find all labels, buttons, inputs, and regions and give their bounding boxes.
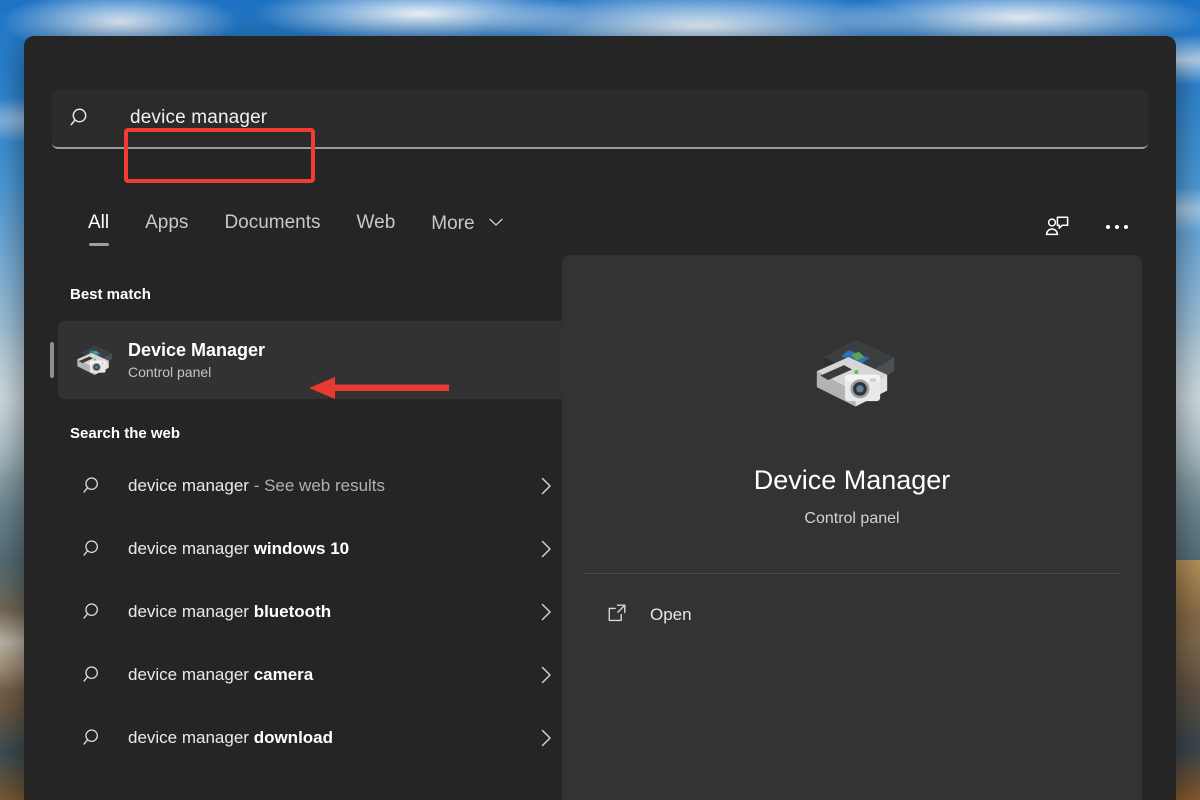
open-button[interactable]: Open (606, 592, 1142, 638)
selection-indicator (50, 342, 54, 378)
web-suggestion-label: device manager download (128, 728, 333, 748)
tab-more-label: More (431, 213, 474, 234)
preview-title: Device Manager (754, 465, 951, 496)
search-icon (52, 106, 110, 130)
best-match-result-row[interactable]: Device Manager Control panel (58, 321, 576, 399)
web-suggestion-row[interactable]: device manager camera (58, 643, 576, 706)
web-suggestion-row[interactable]: device manager windows 10 (58, 517, 576, 580)
open-external-icon (606, 602, 628, 629)
search-icon (58, 727, 128, 749)
search-input[interactable]: device manager (110, 89, 1148, 147)
web-suggestion-suffix: download (254, 728, 333, 747)
search-flyout-window: device manager All Apps Documents Web (24, 36, 1176, 800)
results-column: Best match (24, 258, 586, 800)
preview-divider (584, 573, 1120, 574)
search-icon (58, 538, 128, 560)
best-match-heading: Best match (24, 258, 586, 315)
web-suggestion-suffix: bluetooth (254, 602, 331, 621)
preview-subtitle: Control panel (804, 510, 899, 528)
tab-more[interactable]: More (413, 207, 521, 247)
web-suggestions-list: device manager - See web resultsdevice m… (24, 454, 586, 769)
web-suggestion-query: device manager (128, 539, 254, 558)
filter-tabs: All Apps Documents Web More (24, 207, 521, 247)
tab-all[interactable]: All (70, 208, 127, 246)
search-the-web-heading: Search the web (24, 399, 586, 454)
tab-web-label: Web (357, 212, 396, 233)
search-query-text: device manager (110, 107, 267, 129)
tab-documents[interactable]: Documents (206, 208, 338, 246)
preview-actions: Open (562, 592, 1142, 638)
web-suggestion-query: device manager (128, 728, 254, 747)
tab-actions (1040, 210, 1176, 244)
web-suggestion-label: device manager camera (128, 665, 313, 685)
best-match-title: Device Manager (128, 340, 265, 361)
preview-panel: Device Manager Control panel Open (562, 255, 1142, 800)
tab-apps[interactable]: Apps (127, 208, 206, 246)
device-manager-icon (797, 327, 907, 419)
web-suggestion-row[interactable]: device manager download (58, 706, 576, 769)
web-suggestion-suffix: camera (254, 665, 314, 684)
web-suggestion-query: device manager (128, 665, 254, 684)
search-icon (58, 601, 128, 623)
best-match-text: Device Manager Control panel (128, 340, 265, 380)
tab-all-label: All (88, 212, 109, 233)
search-icon (58, 664, 128, 686)
web-suggestion-label: device manager bluetooth (128, 602, 331, 622)
tab-apps-label: Apps (145, 212, 188, 233)
web-suggestion-suffix: - See web results (249, 476, 385, 495)
web-suggestion-label: device manager windows 10 (128, 539, 349, 559)
more-options-icon[interactable] (1100, 210, 1134, 244)
tab-web[interactable]: Web (339, 208, 414, 246)
web-suggestion-suffix: windows 10 (254, 539, 349, 558)
search-bar[interactable]: device manager (52, 89, 1148, 149)
web-suggestion-row[interactable]: device manager - See web results (58, 454, 576, 517)
web-suggestion-label: device manager - See web results (128, 476, 385, 496)
search-icon (58, 475, 128, 497)
desktop-wallpaper: device manager All Apps Documents Web (0, 0, 1200, 800)
chevron-down-icon (489, 211, 503, 233)
open-label: Open (650, 605, 692, 625)
best-match-subtitle: Control panel (128, 364, 265, 380)
feedback-icon[interactable] (1040, 210, 1074, 244)
filter-tabs-row: All Apps Documents Web More (24, 196, 1176, 258)
device-manager-icon (58, 340, 128, 380)
web-suggestion-row[interactable]: device manager bluetooth (58, 580, 576, 643)
web-suggestion-query: device manager (128, 602, 254, 621)
web-suggestion-query: device manager (128, 476, 249, 495)
tab-documents-label: Documents (224, 212, 320, 233)
